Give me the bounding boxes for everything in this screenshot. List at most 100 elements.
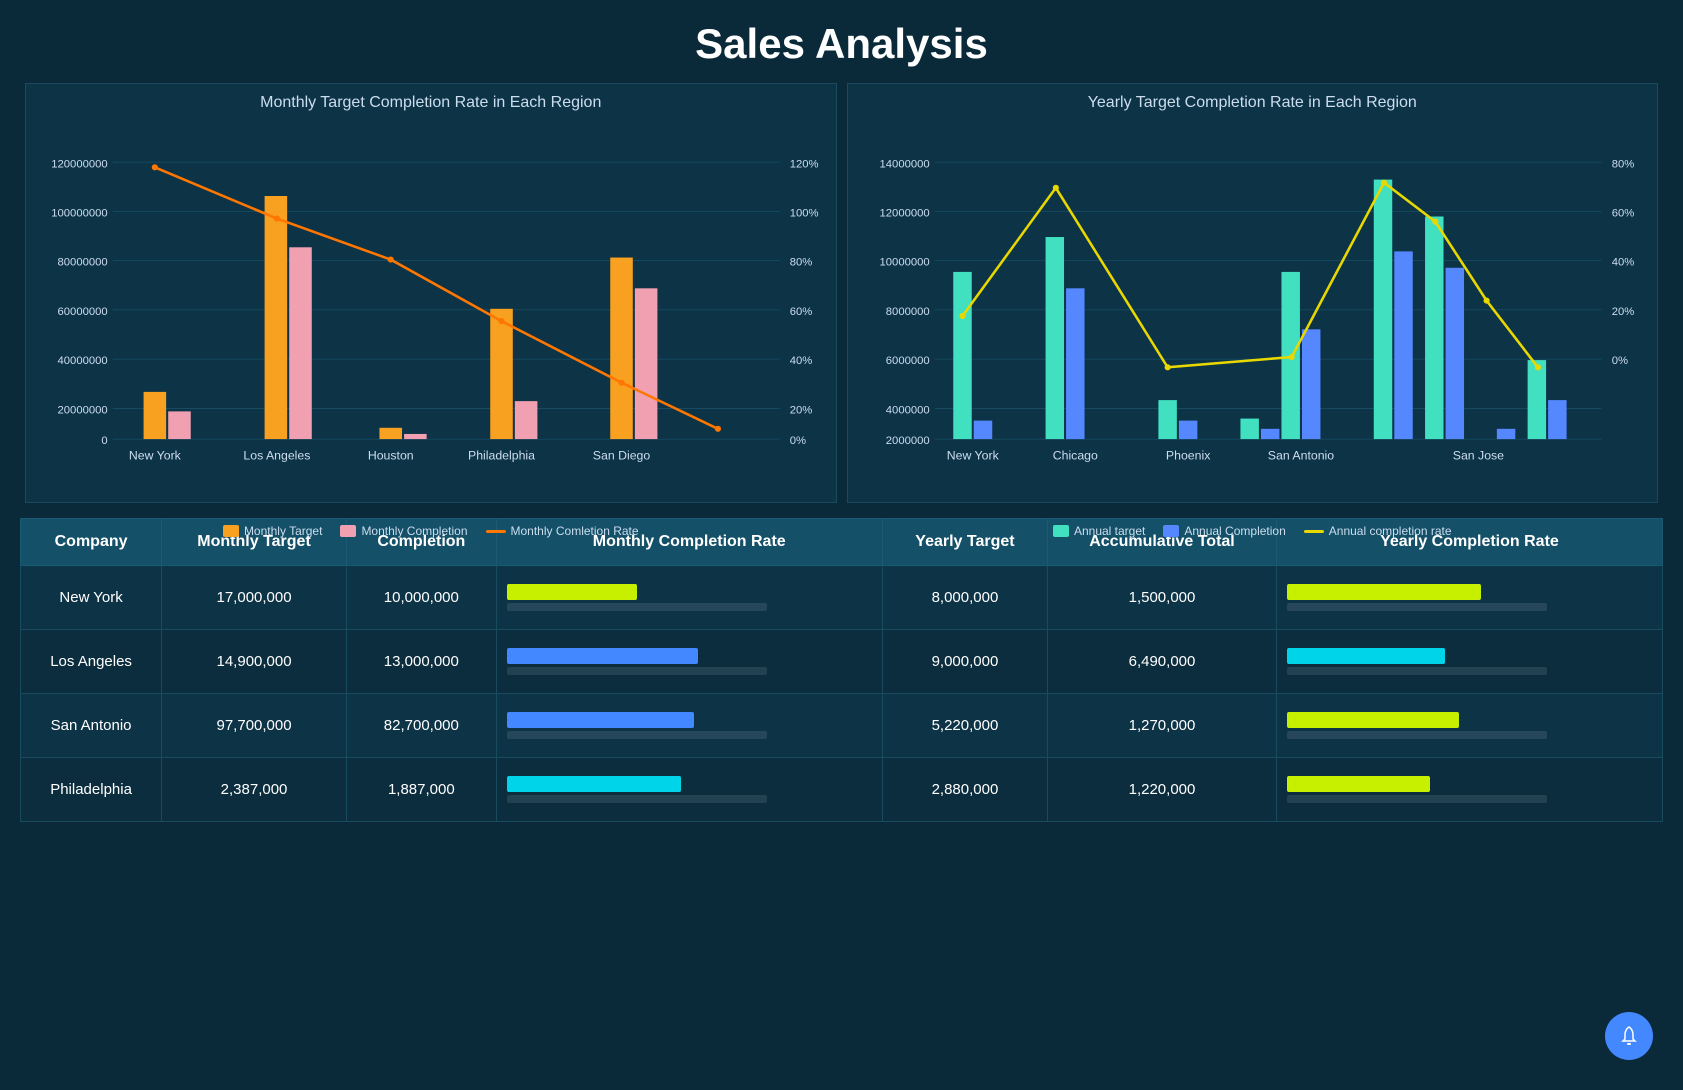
charts-row: Monthly Target Completion Rate in Each R… [0,78,1683,508]
right-chart-svg: 14000000 12000000 10000000 8000000 60000… [863,117,1643,515]
monthly-rate-bg [507,795,767,803]
legend-annual-rate-label: Annual completion rate [1329,524,1452,538]
svg-text:Houston: Houston [368,449,414,463]
monthly-rate-bar-wrap [507,648,872,675]
cell-yearly-target: 8,000,000 [882,566,1047,630]
svg-text:0%: 0% [790,435,806,447]
svg-text:60%: 60% [1611,208,1634,220]
cell-yearly-target: 9,000,000 [882,630,1047,694]
legend-monthly-completion-label: Monthly Completion [361,524,467,538]
monthly-rate-bar [507,584,637,600]
svg-text:80%: 80% [790,257,813,269]
monthly-rate-bar [507,776,681,792]
cell-completion: 82,700,000 [346,694,496,758]
left-chart-title: Monthly Target Completion Rate in Each R… [41,94,821,112]
cell-yearly-rate [1276,758,1662,822]
monthly-rate-bar-wrap [507,776,872,803]
legend-monthly-rate: Monthly Comletion Rate [486,524,639,538]
monthly-rate-bar [507,712,694,728]
legend-monthly-completion-box [340,525,356,537]
cell-monthly-rate [496,758,882,822]
yearly-rate-bg [1287,795,1547,803]
cell-monthly-target: 14,900,000 [162,630,347,694]
cell-completion: 1,887,000 [346,758,496,822]
monthly-rate-bg [507,667,767,675]
svg-text:40%: 40% [1611,257,1634,269]
legend-monthly-target: Monthly Target [223,524,323,538]
svg-text:60000000: 60000000 [58,306,108,318]
cell-company: Philadelphia [21,758,162,822]
svg-text:120000000: 120000000 [51,158,107,170]
svg-text:80%: 80% [1611,158,1634,170]
yearly-rate-bg [1287,731,1547,739]
table-row: San Antonio 97,700,000 82,700,000 5,220,… [21,694,1663,758]
yearly-rate-bar-wrap [1287,776,1652,803]
yearly-rate-bar-wrap [1287,584,1652,611]
table-row: Philadelphia 2,387,000 1,887,000 2,880,0… [21,758,1663,822]
legend-annual-completion: Annual Completion [1163,524,1285,538]
legend-annual-target-label: Annual target [1074,524,1145,538]
svg-text:San Antonio: San Antonio [1267,449,1333,463]
svg-text:0%: 0% [1611,355,1627,367]
svg-text:Los Angeles: Los Angeles [243,449,310,463]
bell-icon [1618,1025,1640,1047]
svg-text:Phoenix: Phoenix [1165,449,1210,463]
cell-monthly-rate [496,694,882,758]
svg-text:60%: 60% [790,306,813,318]
svg-text:2000000: 2000000 [885,435,929,447]
cell-monthly-rate [496,630,882,694]
cell-acc-total: 6,490,000 [1048,630,1277,694]
svg-text:20%: 20% [1611,306,1634,318]
legend-monthly-target-label: Monthly Target [244,524,323,538]
svg-text:20%: 20% [790,404,813,416]
svg-text:Chicago: Chicago [1052,449,1097,463]
yearly-rate-bar [1287,648,1445,664]
yearly-rate-bar [1287,776,1430,792]
legend-monthly-rate-line [486,530,506,533]
yearly-rate-bar-wrap [1287,712,1652,739]
legend-annual-rate: Annual completion rate [1304,524,1452,538]
legend-monthly-target-box [223,525,239,537]
yearly-rate-bg [1287,667,1547,675]
cell-acc-total: 1,220,000 [1048,758,1277,822]
cell-monthly-rate [496,566,882,630]
cell-yearly-rate [1276,630,1662,694]
svg-text:80000000: 80000000 [58,257,108,269]
cell-acc-total: 1,270,000 [1048,694,1277,758]
table-row: New York 17,000,000 10,000,000 8,000,000… [21,566,1663,630]
legend-monthly-completion: Monthly Completion [340,524,467,538]
cell-monthly-target: 97,700,000 [162,694,347,758]
svg-text:40%: 40% [790,355,813,367]
cell-company: New York [21,566,162,630]
data-table: Company Monthly Target Completion Monthl… [20,518,1663,822]
monthly-rate-bar [507,648,698,664]
cell-company: Los Angeles [21,630,162,694]
yearly-rate-bar [1287,712,1459,728]
yearly-rate-bg [1287,603,1547,611]
svg-text:New York: New York [946,449,999,463]
svg-text:10000000: 10000000 [879,257,929,269]
monthly-rate-bg [507,603,767,611]
svg-text:20000000: 20000000 [58,404,108,416]
svg-text:4000000: 4000000 [885,404,929,416]
svg-text:0: 0 [101,435,107,447]
left-chart-svg: 120000000 100000000 80000000 60000000 40… [41,117,821,515]
svg-text:8000000: 8000000 [885,306,929,318]
cell-completion: 13,000,000 [346,630,496,694]
yearly-rate-bar-wrap [1287,648,1652,675]
cell-company: San Antonio [21,694,162,758]
legend-annual-rate-line [1304,530,1324,533]
svg-text:40000000: 40000000 [58,355,108,367]
fab-button[interactable] [1605,1012,1653,1060]
monthly-rate-bg [507,731,767,739]
svg-text:Philadelphia: Philadelphia [468,449,535,463]
legend-annual-target: Annual target [1053,524,1145,538]
cell-yearly-target: 5,220,000 [882,694,1047,758]
cell-acc-total: 1,500,000 [1048,566,1277,630]
svg-text:12000000: 12000000 [879,208,929,220]
cell-yearly-rate [1276,566,1662,630]
cell-monthly-target: 17,000,000 [162,566,347,630]
legend-annual-completion-box [1163,525,1179,537]
legend-annual-completion-label: Annual Completion [1184,524,1285,538]
svg-text:San Jose: San Jose [1452,449,1503,463]
